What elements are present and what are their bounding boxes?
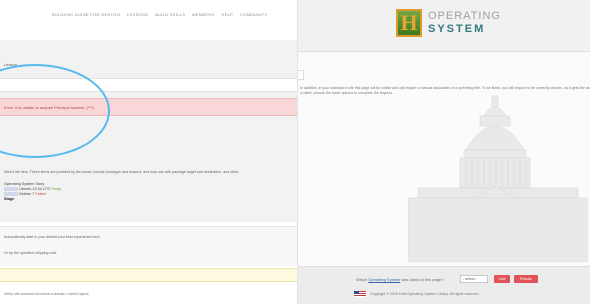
site-header: H OPERATING SYSTEM — [298, 0, 590, 52]
site-logo[interactable]: H OPERATING SYSTEM — [396, 9, 516, 41]
left-browser-pane: Building Guide for Gentoo Lessons Build … — [0, 0, 297, 304]
logo-text-bottom: SYSTEM — [428, 23, 486, 35]
copyright-line: Copyright © 2015 Hold Operating System L… — [354, 291, 479, 297]
nav-link-skills[interactable]: Build Skills — [155, 12, 185, 17]
h-logo-icon: H — [396, 9, 422, 37]
us-flag-icon — [354, 291, 366, 297]
top-navigation: Building Guide for Gentoo Lessons Build … — [0, 0, 297, 30]
option-line-1[interactable]: Automatically start in your default your… — [4, 235, 100, 239]
nav-link-help[interactable]: Help — [222, 12, 234, 17]
vote-button[interactable]: Vote — [494, 275, 510, 283]
os-info-block: Operating System Story Ubuntu 12.04 LTS … — [4, 182, 61, 202]
options-section: Automatically start in your default your… — [0, 226, 297, 266]
os-row1-label[interactable]: Ubuntu 12.04 LTS — [19, 187, 50, 191]
capitol-building-illustration — [408, 95, 588, 262]
os-tag-icon — [4, 187, 18, 191]
description-text: Select the item. These items are provide… — [4, 170, 240, 174]
nav-link-members[interactable]: Members — [192, 12, 214, 17]
nav-links: Building Guide for Gentoo Lessons Build … — [52, 12, 268, 17]
nav-link-guide[interactable]: Building Guide for Gentoo — [52, 12, 120, 17]
results-button[interactable]: Results — [514, 275, 538, 283]
option-line-2[interactable]: Or try the specified shipping note — [4, 251, 57, 255]
poll-select[interactable]: - select - — [460, 275, 488, 283]
copyright-text: Copyright © 2015 Hold Operating System L… — [370, 291, 480, 296]
nav-link-lessons[interactable]: Lessons — [127, 12, 148, 17]
os-row1-value: Trusty — [50, 187, 62, 191]
os-info-bold: Stage — [4, 197, 15, 201]
poll-question: Which Operating System was used on this … — [356, 277, 444, 282]
poll-footer: Which Operating System was used on this … — [298, 266, 590, 304]
nav-link-community[interactable]: Community — [240, 12, 267, 17]
side-tab[interactable] — [298, 70, 304, 80]
os-row2-value: Failed — [35, 192, 46, 196]
poll-os-link[interactable]: Operating System — [368, 277, 400, 282]
os-tag-icon — [4, 192, 18, 196]
right-browser-pane: H OPERATING SYSTEM In addition, in your … — [297, 0, 590, 304]
footer-note: Verify site scanned functions a domain /… — [4, 292, 90, 296]
logo-text-top: OPERATING — [428, 10, 501, 22]
os-row2-label[interactable]: Debian 7 — [19, 192, 34, 196]
notice-bar — [0, 268, 297, 282]
